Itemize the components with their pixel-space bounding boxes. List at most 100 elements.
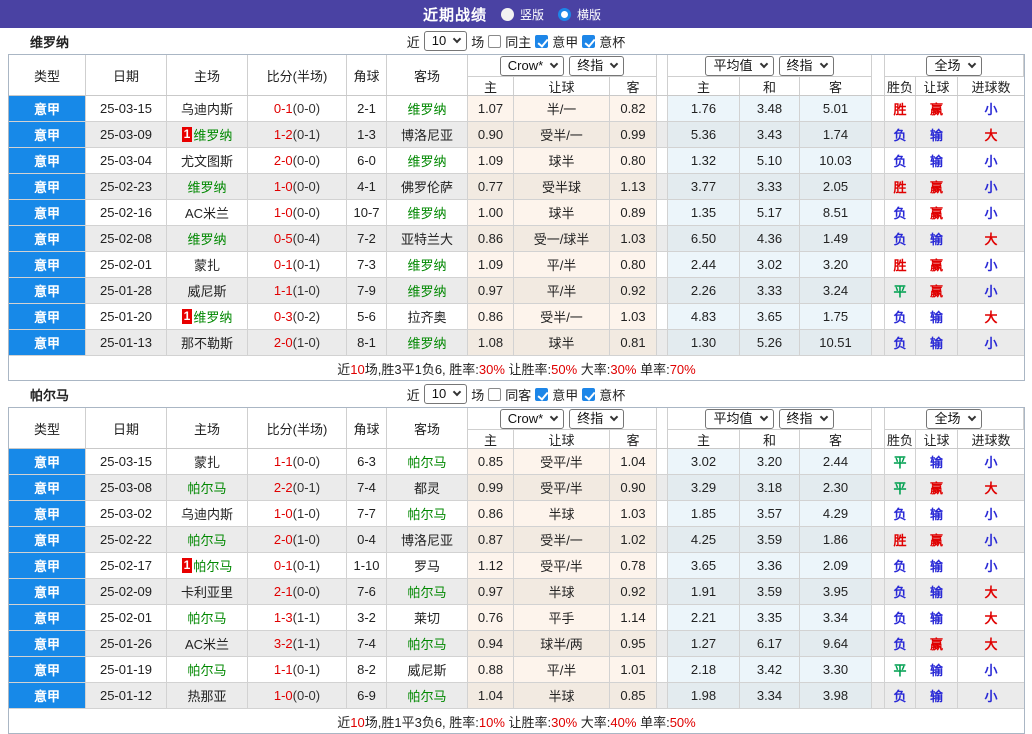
handicap-result-cell: 赢 [916,475,958,500]
avg-draw-cell: 3.34 [740,683,800,708]
league-cell: 意甲 [9,605,86,630]
away-team-cell: 博洛尼亚 [387,122,468,147]
home-team-cell: 帕尔马 [167,605,248,630]
away-team-name: 亚特兰大 [400,232,453,247]
fulltime-score: 1-0 [273,506,293,521]
handicap-cell: 半/一 [514,96,610,121]
fulltime-score: 1-0 [273,205,293,220]
handicap-result-cell: 输 [916,330,958,355]
away-odds-cell: 0.92 [610,278,657,303]
date-cell: 25-02-17 [86,553,167,578]
away-team-cell: 维罗纳 [387,96,468,121]
away-team-cell: 帕尔马 [387,631,468,656]
odds-final-select[interactable]: 终指 [569,55,625,76]
cup-checkbox[interactable] [582,387,596,401]
cup-checkbox[interactable] [582,34,596,48]
vertical-layout-radio[interactable] [500,7,514,21]
chevron-down-icon [452,34,462,44]
same-venue-checkbox[interactable] [488,34,502,48]
result-cell: 负 [885,304,916,329]
corner-cell: 6-9 [347,683,387,708]
date-cell: 25-01-20 [86,304,167,329]
league-cell: 意甲 [9,200,86,225]
fulltime-score: 1-1 [273,283,293,298]
result-cell: 平 [885,475,916,500]
home-odds-cell: 0.97 [468,278,514,303]
halftime-score: (0-0) [292,688,321,703]
bookmaker-select[interactable]: Crow* [499,55,565,76]
home-team-name: 帕尔马 [187,663,227,678]
away-team-cell: 拉齐奥 [387,304,468,329]
home-team-name: 乌迪内斯 [180,102,233,117]
same-venue-checkbox[interactable] [488,387,502,401]
corner-cell: 8-1 [347,330,387,355]
match-count-select[interactable]: 10 [423,31,468,51]
spacer-cell [657,683,668,708]
home-team-cell: 威尼斯 [167,278,248,303]
league-checkbox[interactable] [535,387,549,401]
average-select[interactable]: 平均值 [705,408,774,429]
avg-home-cell: 1.35 [668,200,740,225]
halftime-score: (0-1) [292,257,321,272]
fulltime-select[interactable]: 全场 [926,408,982,429]
spacer-cell [872,278,885,303]
handicap-cell: 半球 [514,501,610,526]
avg-draw-cell: 3.02 [740,252,800,277]
avg-away-cell: 2.44 [800,449,872,474]
league-checkbox[interactable] [535,34,549,48]
away-odds-cell: 1.04 [610,449,657,474]
date-cell: 25-02-23 [86,174,167,199]
average-select[interactable]: 平均值 [705,55,774,76]
filter-controls: 近 10 场 同主 意甲 意杯 [407,31,625,51]
matches-label: 场 [471,34,485,50]
table-row: 意甲 25-01-28 威尼斯 1-1 (1-0) 7-9 维罗纳 0.97 平/… [9,278,1024,304]
away-team-name: 维罗纳 [407,258,447,273]
away-odds-cell: 1.13 [610,174,657,199]
col-header-date: 日期 [86,55,167,95]
average-final-select[interactable]: 终指 [778,408,834,429]
corner-cell: 7-9 [347,278,387,303]
subcol-handicap-result: 让球 [916,430,958,448]
result-cell: 负 [885,683,916,708]
home-odds-cell: 0.87 [468,527,514,552]
corner-cell: 2-1 [347,96,387,121]
home-odds-cell: 1.09 [468,252,514,277]
goals-cell: 大 [984,128,998,143]
handicap-result-cell: 赢 [916,631,958,656]
avg-draw-cell: 3.57 [740,501,800,526]
handicap-cell: 受半/一 [514,304,610,329]
subcol-odds-handicap: 让球 [514,430,610,448]
away-team-name: 帕尔马 [407,507,447,522]
vertical-layout-label: 竖版 [519,7,544,22]
odds-final-select[interactable]: 终指 [569,408,625,429]
odds-group-header: Crow* 终指 [468,408,657,430]
avg-draw-cell: 3.18 [740,475,800,500]
avg-home-cell: 3.77 [668,174,740,199]
match-count-select[interactable]: 10 [423,384,468,404]
average-final-select[interactable]: 终指 [778,55,834,76]
col-header-home: 主场 [167,55,248,95]
spacer-cell [657,657,668,682]
score-cell: 2-1 (0-0) [248,579,347,604]
away-team-name: 博洛尼亚 [400,533,453,548]
avg-home-cell: 1.91 [668,579,740,604]
avg-away-cell: 3.24 [800,278,872,303]
away-odds-cell: 0.82 [610,96,657,121]
col-header-score: 比分(半场) [248,55,347,95]
away-team-cell: 莱切 [387,605,468,630]
league-cell: 意甲 [9,657,86,682]
league-cell: 意甲 [9,122,86,147]
spacer-cell [657,449,668,474]
fulltime-select[interactable]: 全场 [926,55,982,76]
halftime-score: (1-0) [292,335,321,350]
horizontal-layout-radio[interactable] [558,7,571,21]
results-table: 类型 日期 主场 比分(半场) 角球 客场 Crow* 终指 平均值 终指 全场 [8,407,1025,734]
home-team-cell: 帕尔马 [167,475,248,500]
bookmaker-select[interactable]: Crow* [499,408,565,429]
avg-away-cell: 8.51 [800,200,872,225]
goals-cell: 小 [984,455,998,470]
away-team-cell: 帕尔马 [387,579,468,604]
avg-draw-cell: 5.10 [740,148,800,173]
date-cell: 25-02-01 [86,605,167,630]
away-team-name: 帕尔马 [407,689,447,704]
